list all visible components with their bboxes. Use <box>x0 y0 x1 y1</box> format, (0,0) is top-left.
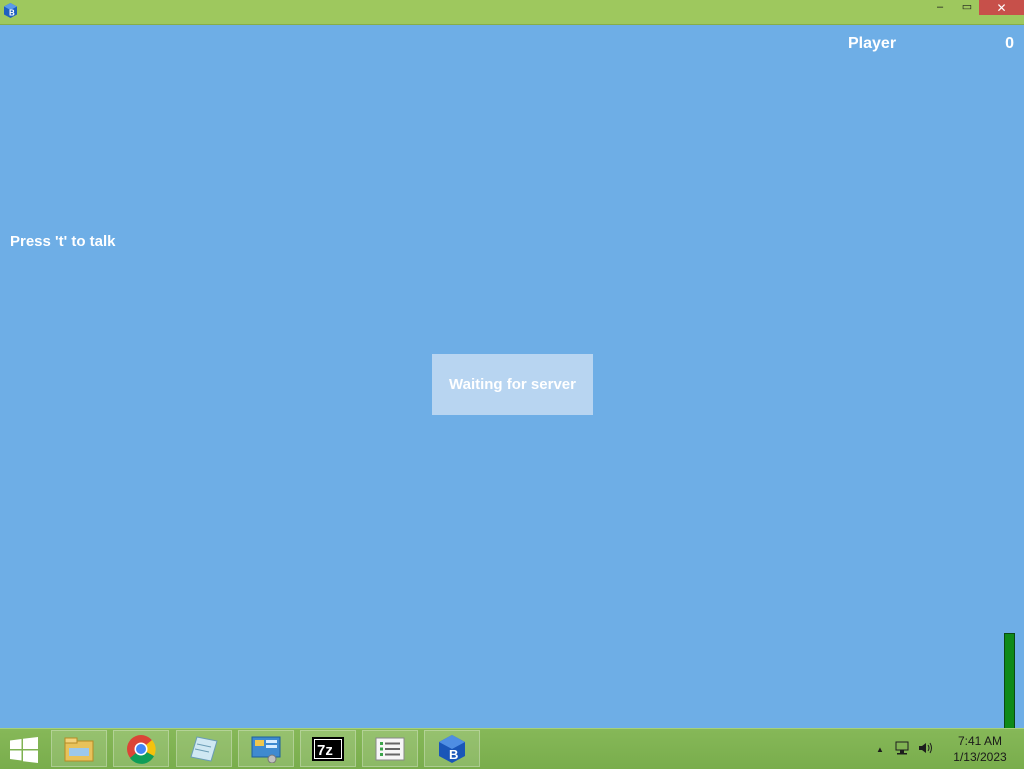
control-panel-icon <box>251 736 281 763</box>
status-dialog: Waiting for server <box>432 354 593 415</box>
game-canvas[interactable]: Player 0 Press 't' to talk Waiting for s… <box>0 25 1024 735</box>
taskbar-notepad[interactable] <box>176 730 232 767</box>
taskbar: 7z B ▲ 7:41 AM 1/13/2023 <box>0 728 1024 769</box>
system-tray: ▲ <box>876 729 934 769</box>
system-clock[interactable]: 7:41 AM 1/13/2023 <box>948 733 1012 765</box>
svg-text:B: B <box>449 747 458 762</box>
status-message: Waiting for server <box>449 376 576 393</box>
maximize-button[interactable]: ▭ <box>953 0 981 15</box>
minimize-button[interactable]: – <box>926 0 954 15</box>
chrome-icon <box>127 734 156 764</box>
volume-icon[interactable] <box>918 741 934 758</box>
taskbar-active-app[interactable]: B <box>424 730 480 767</box>
start-button[interactable] <box>6 734 42 766</box>
level-meter <box>1004 633 1015 735</box>
player-score: 0 <box>1005 35 1014 52</box>
player-name: Player <box>848 35 897 52</box>
taskbar-control-panel[interactable] <box>238 730 294 767</box>
windows-logo-icon <box>10 737 38 763</box>
show-hidden-icons-button[interactable]: ▲ <box>876 745 884 754</box>
clock-date: 1/13/2023 <box>953 750 1007 764</box>
taskbar-7zip[interactable]: 7z <box>300 730 356 767</box>
taskbar-task-list[interactable] <box>362 730 418 767</box>
talk-hint: Press 't' to talk <box>10 233 116 250</box>
taskbar-chrome[interactable] <box>113 730 169 767</box>
svg-text:7z: 7z <box>317 742 333 759</box>
file-explorer-icon <box>64 737 94 761</box>
window-title-bar[interactable]: B – ▭ ✕ <box>0 0 1024 25</box>
7zip-icon: 7z <box>312 736 344 761</box>
blue-cube-b-icon: B <box>439 734 465 763</box>
app-cube-icon[interactable]: B <box>4 3 17 18</box>
network-icon[interactable] <box>894 741 910 758</box>
notepad-icon <box>190 735 218 762</box>
close-button[interactable]: ✕ <box>979 0 1024 15</box>
clock-time: 7:41 AM <box>957 734 1003 748</box>
taskbar-file-explorer[interactable] <box>51 730 107 767</box>
svg-text:B: B <box>9 9 15 18</box>
task-list-icon <box>375 737 405 760</box>
